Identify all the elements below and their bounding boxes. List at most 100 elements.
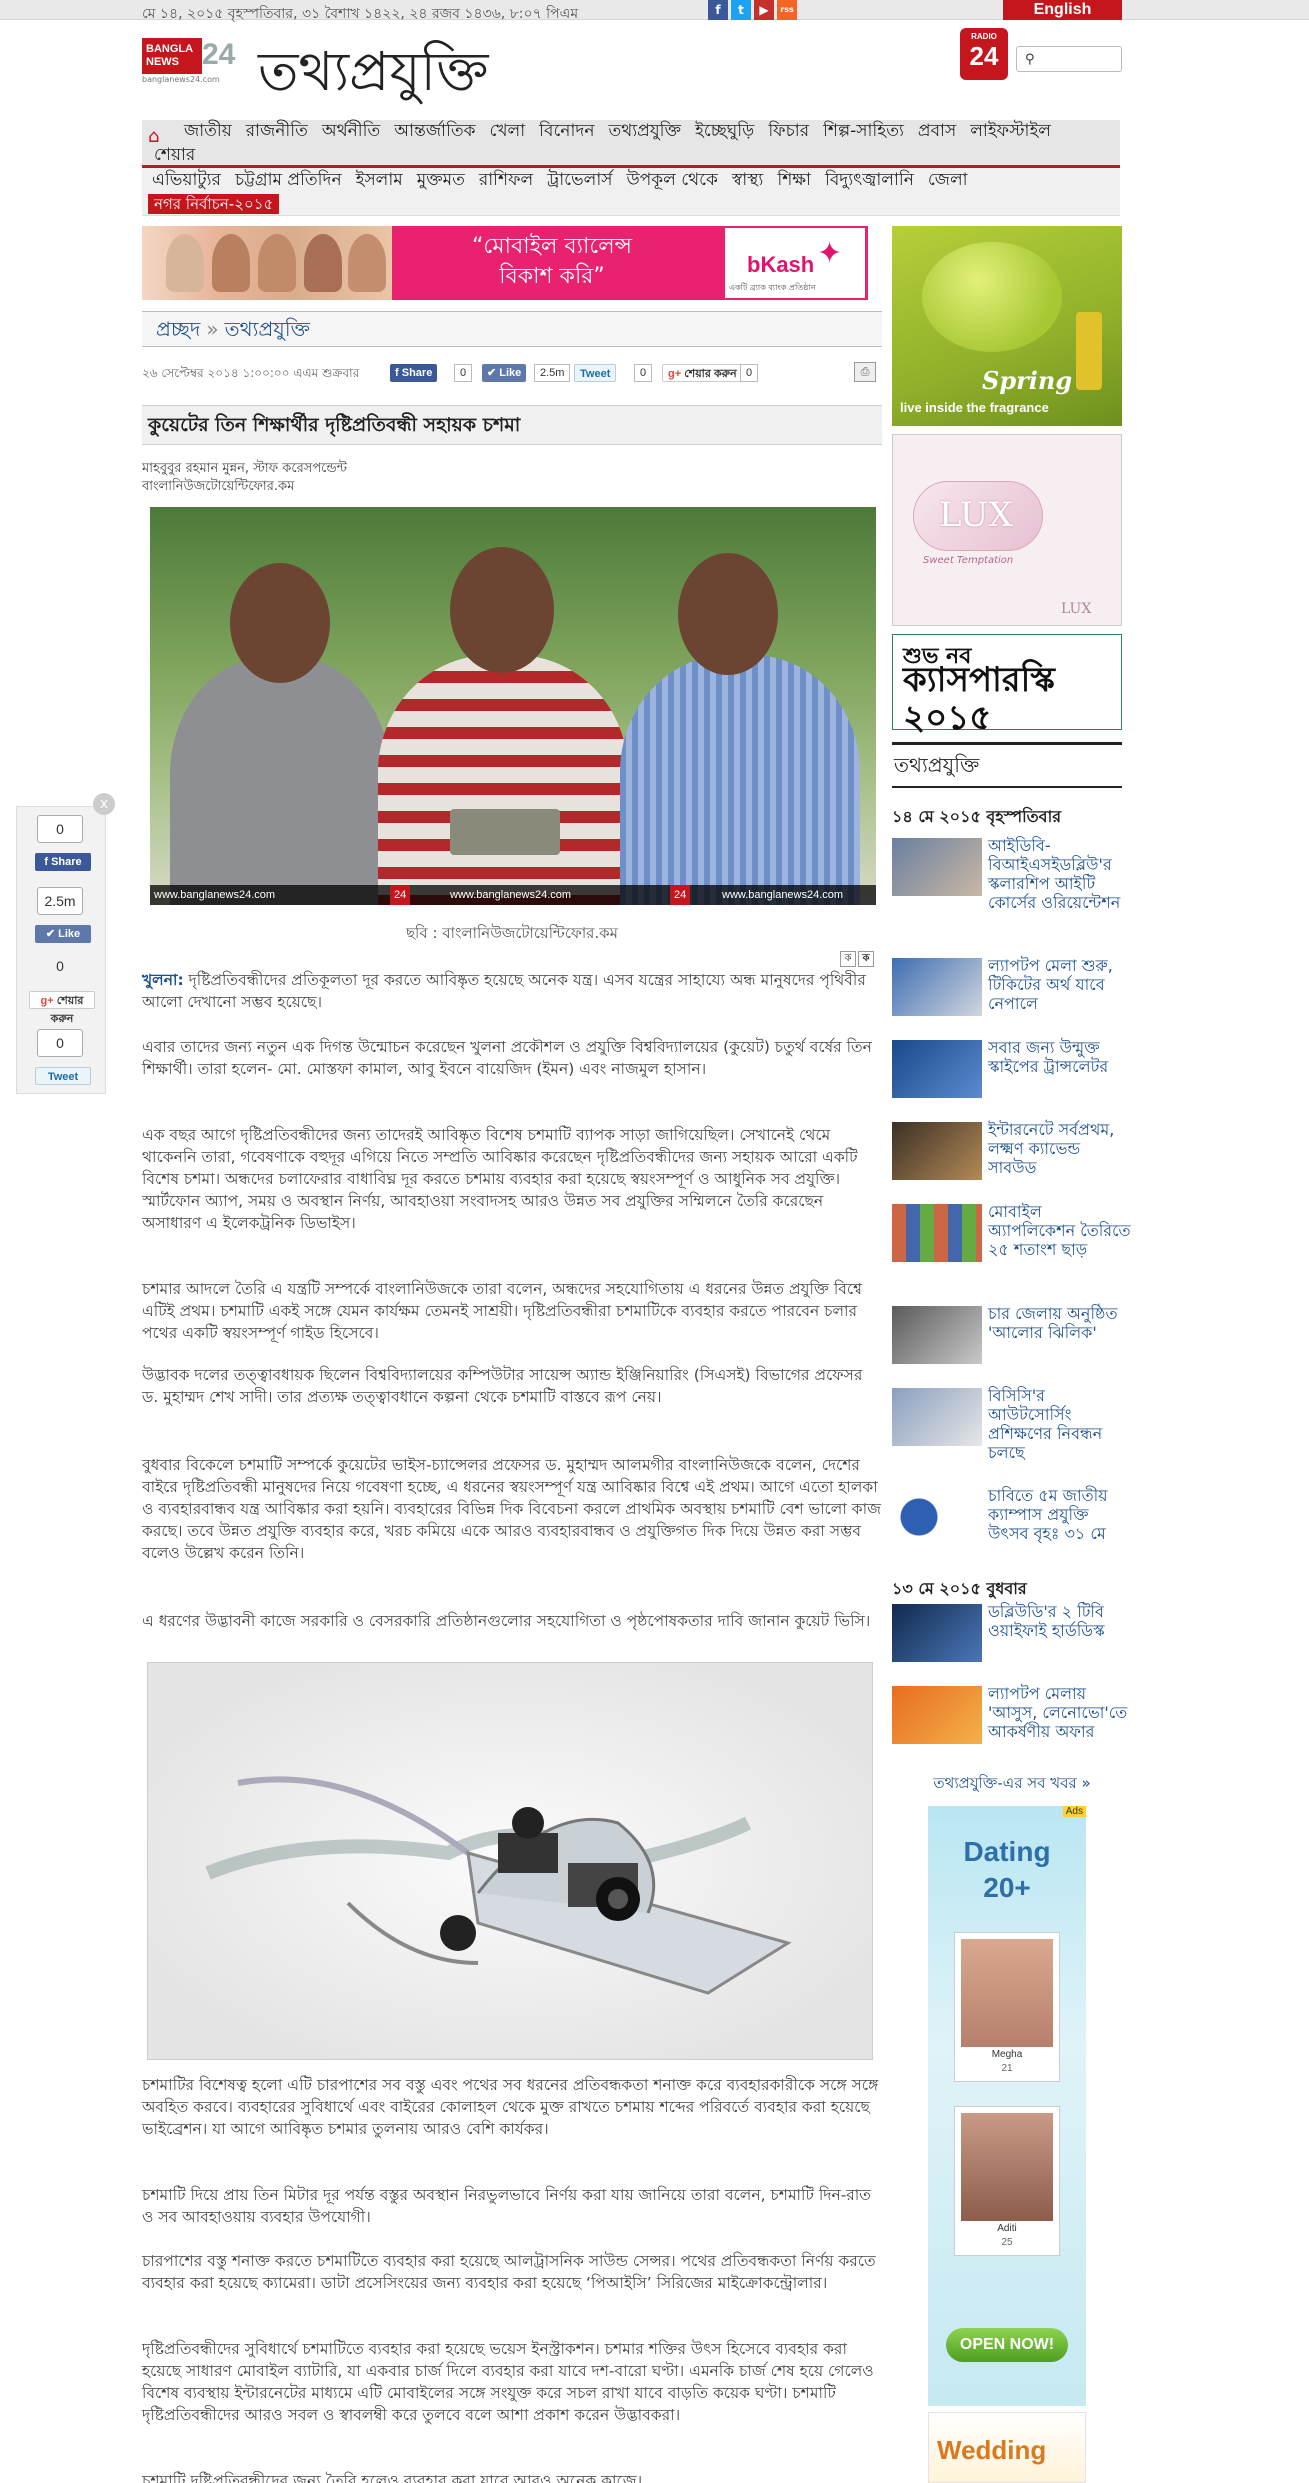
float-gplus-button[interactable]: g+ শেয়ার করুন xyxy=(29,991,95,1025)
dating-profile-card: Aditi 25 xyxy=(954,2106,1060,2256)
lux-ad[interactable]: LUX Sweet Temptation LUX xyxy=(892,434,1122,626)
rss-icon[interactable]: rss xyxy=(777,0,797,20)
article-paragraph: চশমাটির বিশেষত্ব হলো এটি চারপাশের সব বস্… xyxy=(142,2076,879,2138)
news-thumbnail xyxy=(892,1040,982,1098)
news-thumbnail xyxy=(892,1204,982,1262)
float-tweet-label: Tweet xyxy=(47,1071,79,1083)
nav-item[interactable]: তথ্যপ্রযুক্তি xyxy=(608,120,681,143)
font-increase-button[interactable]: ক xyxy=(858,951,874,967)
facebook-share-button[interactable]: f Share xyxy=(390,364,438,382)
nav-item[interactable]: ট্রাভেলার্স xyxy=(547,168,612,192)
nav-item[interactable]: উপকূল থেকে xyxy=(627,168,718,192)
gplus-icon: g+ xyxy=(668,368,682,380)
news-title[interactable]: চাবিতে ৫ম জাতীয় ক্যাম্পাস প্রযুক্তি উৎস… xyxy=(988,1486,1132,1543)
nav-item[interactable]: জাতীয় xyxy=(184,120,232,143)
news-title[interactable]: ইন্টারনেটে সর্বপ্রথম, লক্ষ্মণ ক্যাভেন্ড … xyxy=(988,1120,1132,1177)
ads-tag: Ads xyxy=(1062,1806,1086,1817)
search-input[interactable]: ⚲ xyxy=(1016,46,1122,72)
news-title[interactable]: ল্যাপটপ মেলায় 'আসুস, লেনোভো'তে আকর্ষণীয… xyxy=(988,1684,1132,1741)
facebook-icon[interactable]: f xyxy=(708,0,728,20)
byline-author: মাহবুবুর রহমান মুন্নন, স্টাফ করেসপন্ডেন্… xyxy=(142,461,348,476)
youtube-icon[interactable]: ▶ xyxy=(754,0,774,20)
twitter-icon[interactable]: t xyxy=(731,0,751,20)
photo-watermark-strip: www.banglanews24.com 24 www.banglanews24… xyxy=(150,885,876,905)
logo-text: BANGLA NEWS xyxy=(142,38,202,74)
nav-item[interactable]: শেয়ার xyxy=(154,144,195,167)
bkash-banner-ad[interactable]: “মোবাইল ব্যালেন্স বিকাশ করি” bKash ✦ একট… xyxy=(142,226,868,300)
nav-item[interactable]: বিনোদন xyxy=(539,120,594,143)
news-title[interactable]: সবার জন্য উন্মুক্ত স্কাইপের ট্রান্সলেটর xyxy=(988,1038,1132,1076)
nav-item[interactable]: অর্থনীতি xyxy=(322,120,380,143)
close-icon[interactable]: x xyxy=(93,793,115,815)
site-logo[interactable]: BANGLA NEWS 24 banglanews24.com xyxy=(142,38,242,84)
nav-item[interactable]: চট্টগ্রাম প্রতিদিন xyxy=(235,168,342,192)
wedding-label: Wedding xyxy=(937,2435,1047,2465)
radio-logo[interactable]: RADIO 24 xyxy=(960,28,1008,80)
nav-item[interactable]: বিদ্যুৎজ্বালানি xyxy=(825,168,914,192)
spray-can xyxy=(1076,312,1102,390)
english-edition-link[interactable]: English xyxy=(1003,0,1122,20)
nav-item[interactable]: খেলা xyxy=(489,120,525,143)
like-button[interactable]: ✔ Like xyxy=(482,364,527,382)
news-thumbnail xyxy=(892,958,982,1016)
glasses-prototype xyxy=(450,809,560,855)
lux-brand-small: LUX xyxy=(1061,601,1092,617)
font-decrease-button[interactable]: ক xyxy=(840,951,856,967)
kaspersky-line2: ক্যাসপারস্কি ২০১৫ xyxy=(903,660,1055,738)
wedding-ad[interactable]: Wedding xyxy=(928,2412,1086,2483)
open-now-button[interactable]: OPEN NOW! xyxy=(946,2328,1068,2362)
nav-item[interactable]: শিক্ষা xyxy=(777,168,811,192)
gplus-label: শেয়ার করুন xyxy=(684,368,737,380)
nav-item[interactable]: শিল্প-সাহিত্য xyxy=(823,120,904,143)
gplus-icon: g+ xyxy=(40,995,54,1007)
tweet-button[interactable]: Tweet xyxy=(574,364,617,382)
nav-item[interactable]: ইচ্ছেঘুড়ি xyxy=(695,120,754,143)
dating-headline: Dating 20+ xyxy=(928,1834,1086,1906)
tweet-label: Tweet xyxy=(580,368,611,380)
logo-site: banglanews24.com xyxy=(142,75,220,84)
nav-item[interactable]: এভিয়াট্যুর xyxy=(152,168,221,192)
election-link[interactable]: নগর নির্বাচন-২০১৫ xyxy=(148,194,280,214)
watermark: www.banglanews24.com xyxy=(450,889,572,901)
share-label: Share xyxy=(401,367,433,379)
nav-item[interactable]: ইসলাম xyxy=(356,168,403,192)
breadcrumb-home[interactable]: প্রচ্ছদ xyxy=(156,317,200,341)
nav-item[interactable]: ফিচার xyxy=(768,120,809,143)
news-thumbnail xyxy=(892,1122,982,1180)
nav-item[interactable]: স্বাস্থ্য xyxy=(732,168,763,192)
news-title[interactable]: ল্যাপটপ মেলা শুরু, টিকিটের অর্থ যাবে নেপ… xyxy=(988,956,1132,1013)
nav-item[interactable]: রাজনীতি xyxy=(246,120,308,143)
spring-ad[interactable]: Spring live inside the fragrance xyxy=(892,226,1122,426)
news-title[interactable]: আইডিবি-বিআইএসইডব্লিউ'র স্কলারশিপ আইটি কো… xyxy=(988,836,1132,912)
breadcrumb: প্রচ্ছদ» তথ্যপ্রযুক্তি xyxy=(142,311,882,347)
dating-ad[interactable]: Ads Dating 20+ Megha 21 Aditi 25 OPEN NOW… xyxy=(928,1806,1086,2406)
float-share-button[interactable]: f Share xyxy=(35,853,91,871)
article-paragraph: এবার তাদের জন্য নতুন এক দিগন্ত উন্মোচন ক… xyxy=(142,1038,872,1078)
nav-item[interactable]: প্রবাস xyxy=(918,120,956,143)
like-count: 2.5m xyxy=(534,364,571,382)
print-icon[interactable]: ⎙ xyxy=(854,362,876,382)
float-tweet-button[interactable]: Tweet xyxy=(35,1067,91,1085)
news-title[interactable]: মোবাইল অ্যাপলিকেশন তৈরিতে ২৫ শতাংশ ছাড় xyxy=(988,1202,1132,1259)
float-tweet-count: 0 xyxy=(37,1029,83,1057)
breadcrumb-current[interactable]: তথ্যপ্রযুক্তি xyxy=(225,317,310,341)
profile-photo xyxy=(961,1939,1053,2047)
news-title[interactable]: ডব্লিউডি'র ২ টিবি ওয়াইফাই হার্ডডিস্ক xyxy=(988,1602,1132,1640)
news-title[interactable]: চার জেলায় অনুষ্ঠিত 'আলোর ঝিলিক' xyxy=(988,1304,1132,1342)
float-like-button[interactable]: ✔ Like xyxy=(35,925,91,943)
sidebar-more-link[interactable]: তথ্যপ্রযুক্তি-এর সব খবর » xyxy=(892,1772,1132,1797)
dating-line1: Dating xyxy=(963,1836,1051,1867)
news-title[interactable]: বিসিসি'র আউটসোর্সিং প্রশিক্ষণের নিবন্ধন … xyxy=(988,1386,1132,1462)
nav-item[interactable]: মুক্তমত xyxy=(417,168,465,192)
search-icon[interactable]: ⚲ xyxy=(1025,52,1035,67)
logo-number: 24 xyxy=(202,38,236,71)
nav-item[interactable]: লাইফস্টাইল xyxy=(970,120,1051,143)
nav-item[interactable]: জেলা xyxy=(928,168,968,192)
primary-nav: ⌂ জাতীয় রাজনীতি অর্থনীতি আন্তর্জাতিক খেলা বি… xyxy=(142,120,1120,168)
nav-item[interactable]: রাশিফল xyxy=(479,168,533,192)
watermark-logo: 24 xyxy=(390,885,411,905)
banner-faces xyxy=(142,226,392,300)
gplus-share-button[interactable]: g+ শেয়ার করুন xyxy=(662,364,743,382)
nav-item[interactable]: আন্তর্জাতিক xyxy=(394,120,475,143)
kaspersky-ad[interactable]: শুভ নব ক্যাসপারস্কি ২০১৫ xyxy=(892,634,1122,737)
